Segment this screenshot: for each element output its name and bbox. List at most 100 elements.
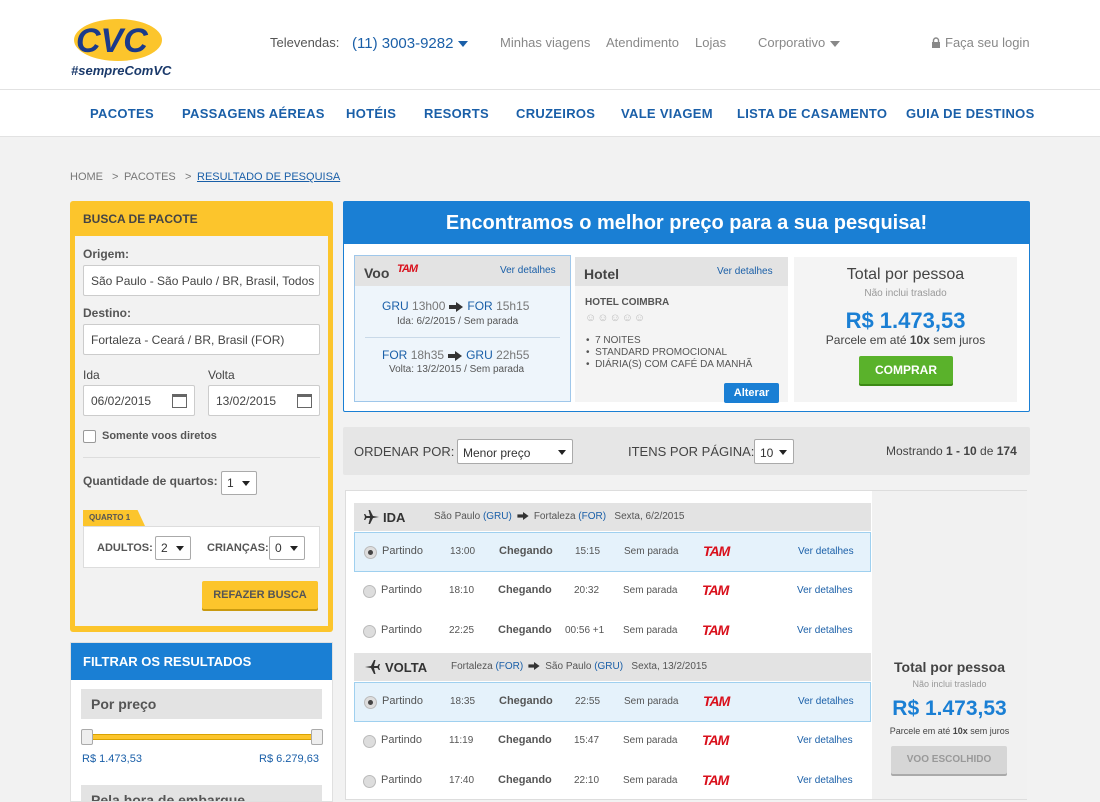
destino-input[interactable]: Fortaleza - Ceará / BR, Brasil (FOR)	[83, 324, 320, 355]
flight-card: Voo TAM Ver detalhes GRU 13h00 FOR 15h15 …	[354, 255, 571, 402]
login-link[interactable]: Faça seu login	[931, 35, 1030, 50]
corporativo-dropdown[interactable]: Corporativo	[758, 35, 841, 50]
flight-option-row[interactable]: Partindo 11:19 Chegando 15:47 Sem parada…	[354, 722, 871, 762]
flight-option-row[interactable]: Partindo 13:00 Chegando 15:15 Sem parada…	[354, 532, 871, 572]
flight-radio[interactable]	[363, 735, 376, 748]
criancas-select[interactable]: 0	[269, 536, 305, 560]
arrival-label: Chegando	[498, 734, 552, 746]
volta-route: FOR 18h35 GRU 22h55	[382, 348, 529, 362]
stops: Sem parada	[623, 775, 678, 786]
items-per-page-select[interactable]: 10	[754, 439, 794, 464]
nav-pacotes[interactable]: PACOTES	[90, 106, 154, 121]
hotel-ver-detalhes[interactable]: Ver detalhes	[717, 266, 773, 277]
arrival-label: Chegando	[498, 774, 552, 786]
departure-time: 18:10	[449, 585, 475, 596]
volta-route-summary: Fortaleza (FOR) São Paulo (GRU) Sexta, 13…	[451, 661, 708, 672]
order-by-select[interactable]: Menor preço	[457, 439, 573, 464]
flight-ver-detalhes[interactable]: Ver detalhes	[500, 265, 556, 276]
arrival-label: Chegando	[499, 695, 553, 707]
arrival-time: 00:56 +1	[565, 625, 605, 636]
ver-detalhes-link[interactable]: Ver detalhes	[797, 775, 853, 786]
breadcrumb-home[interactable]: HOME	[70, 171, 103, 183]
price-slider-max-handle[interactable]	[311, 729, 323, 745]
ida-route-summary: São Paulo (GRU) Fortaleza (FOR) Sexta, 6/…	[434, 511, 685, 522]
main-nav: PACOTES PASSAGENS AÉREAS HOTÉIS RESORTS …	[0, 90, 1100, 137]
chevron-down-icon	[176, 546, 184, 551]
flight-radio[interactable]	[363, 775, 376, 788]
ver-detalhes-link[interactable]: Ver detalhes	[797, 585, 853, 596]
origem-input[interactable]: São Paulo - São Paulo / BR, Brasil, Todo…	[83, 265, 320, 296]
flight-radio[interactable]	[364, 696, 377, 709]
rooms-value: 1	[227, 476, 234, 490]
televendas-dropdown[interactable]: (11) 3003-9282	[352, 35, 469, 52]
ver-detalhes-link[interactable]: Ver detalhes	[797, 625, 853, 636]
ver-detalhes-link[interactable]: Ver detalhes	[798, 546, 854, 557]
arrival-time: 22:10	[574, 775, 600, 786]
adultos-select[interactable]: 2	[155, 536, 191, 560]
link-minhas-viagens[interactable]: Minhas viagens	[500, 35, 590, 50]
departure-time-filter-header[interactable]: Pela hora de embarque	[81, 785, 322, 801]
rooms-select[interactable]: 1	[221, 471, 257, 495]
link-lojas[interactable]: Lojas	[695, 35, 726, 50]
ida-date-input[interactable]: 06/02/2015	[83, 385, 195, 416]
price-filter-header[interactable]: Por preço	[81, 689, 322, 719]
departure-label: Partindo	[381, 584, 422, 596]
filter-title: FILTRAR OS RESULTADOS	[71, 643, 332, 680]
link-atendimento[interactable]: Atendimento	[606, 35, 679, 50]
stops: Sem parada	[623, 625, 678, 636]
flight-option-row[interactable]: Partindo 17:40 Chegando 22:10 Sem parada…	[354, 762, 871, 802]
quarto-tag: QUARTO 1	[83, 510, 145, 526]
direct-flights-checkbox[interactable]	[83, 430, 96, 443]
tam-logo: TAM	[703, 693, 730, 709]
hotel-feature: • DIÁRIA(S) COM CAFÉ DA MANHÃ	[586, 359, 753, 370]
ver-detalhes-link[interactable]: Ver detalhes	[797, 735, 853, 746]
search-form: Origem: São Paulo - São Paulo / BR, Bras…	[75, 236, 328, 626]
airplane-icon	[365, 660, 380, 674]
arrow-right-icon	[448, 350, 463, 361]
breadcrumb-current[interactable]: RESULTADO DE PESQUISA	[197, 171, 340, 183]
volta-date-input[interactable]: 13/02/2015	[208, 385, 320, 416]
ver-detalhes-link[interactable]: Ver detalhes	[798, 696, 854, 707]
flight-radio[interactable]	[364, 546, 377, 559]
tam-logo: TAM	[702, 732, 729, 748]
divider	[83, 457, 320, 458]
nav-lista-de-casamento[interactable]: LISTA DE CASAMENTO	[737, 106, 887, 121]
breadcrumb-pacotes[interactable]: PACOTES	[124, 171, 176, 183]
lock-icon	[932, 37, 940, 48]
price-slider-min-handle[interactable]	[81, 729, 93, 745]
flight-option-row[interactable]: Partindo 18:10 Chegando 20:32 Sem parada…	[354, 572, 871, 612]
ida-label: Ida	[83, 368, 100, 382]
hotel-feature: • STANDARD PROMOCIONAL	[586, 347, 728, 358]
flight-radio[interactable]	[363, 625, 376, 638]
installments: Parcele em até 10x sem juros	[889, 726, 1010, 736]
flight-option-row[interactable]: Partindo 22:25 Chegando 00:56 +1 Sem par…	[354, 612, 871, 652]
price-range-slider[interactable]	[84, 734, 320, 740]
adultos-value: 2	[161, 541, 168, 555]
flight-radio[interactable]	[363, 585, 376, 598]
nav-passagens-aereas[interactable]: PASSAGENS AÉREAS	[182, 106, 325, 121]
arrival-label: Chegando	[498, 624, 552, 636]
nav-resorts[interactable]: RESORTS	[424, 106, 489, 121]
calendar-icon[interactable]	[297, 394, 312, 408]
alterar-button[interactable]: Alterar	[724, 383, 779, 403]
flight-option-row[interactable]: Partindo 18:35 Chegando 22:55 Sem parada…	[354, 682, 871, 722]
comprar-button[interactable]: COMPRAR	[859, 356, 953, 384]
nav-cruzeiros[interactable]: CRUZEIROS	[516, 106, 595, 121]
refazer-busca-button[interactable]: REFAZER BUSCA	[202, 581, 318, 609]
origem-label: Origem:	[83, 247, 130, 261]
nav-hoteis[interactable]: HOTÉIS	[346, 106, 396, 121]
nav-guia-de-destinos[interactable]: GUIA DE DESTINOS	[906, 106, 1035, 121]
ida-origin: GRU	[382, 299, 409, 313]
voo-escolhido-button[interactable]: VOO ESCOLHIDO	[891, 746, 1007, 774]
stops: Sem parada	[624, 696, 679, 707]
calendar-icon[interactable]	[172, 394, 187, 408]
search-title: BUSCA DE PACOTE	[83, 212, 198, 226]
hotel-features: • 7 NOITES • STANDARD PROMOCIONAL • DIÁR…	[586, 335, 752, 371]
results-count: Mostrando 1 - 10 de 174	[886, 444, 1017, 458]
volta-label: Volta	[208, 368, 235, 382]
tam-logo: TAM	[702, 772, 729, 788]
nav-vale-viagem[interactable]: VALE VIAGEM	[621, 106, 713, 121]
logo-tagline: #sempreComVC	[71, 63, 172, 78]
volta-note: Volta: 13/2/2015 / Sem parada	[389, 364, 525, 375]
hotel-card: Hotel Ver detalhes HOTEL COIMBRA ☺☺☺☺☺ •…	[575, 257, 788, 403]
